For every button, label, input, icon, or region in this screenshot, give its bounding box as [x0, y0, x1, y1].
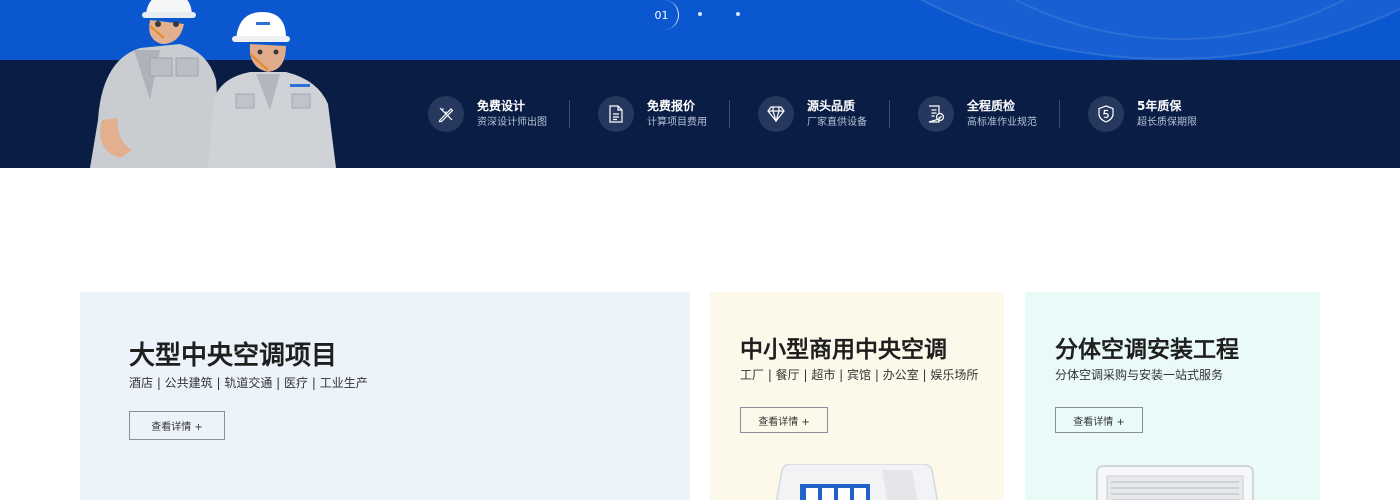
- split-ac-image: [1096, 465, 1254, 500]
- diamond-icon: [758, 96, 794, 132]
- view-details-button[interactable]: 查看详情 +: [740, 407, 828, 433]
- feature-divider: [1059, 100, 1060, 128]
- feature-subtitle: 高标准作业规范: [967, 117, 1037, 128]
- view-details-button[interactable]: 查看详情 +: [1055, 407, 1143, 433]
- worker-left-figure: [90, 0, 222, 168]
- feature-divider: [889, 100, 890, 128]
- feature-free-quote: 免费报价 计算项目费用: [598, 96, 707, 132]
- feature-text: 免费设计 资深设计师出图: [477, 98, 547, 130]
- card-title: 中小型商用中央空调: [740, 337, 947, 363]
- feature-title: 免费报价: [647, 99, 696, 113]
- feature-title: 免费设计: [477, 99, 526, 113]
- view-details-button[interactable]: 查看详情 +: [129, 411, 225, 440]
- slide-indicator[interactable]: 01: [645, 0, 679, 30]
- card-subtitle: 酒店 | 公共建筑 | 轨道交通 | 医疗 | 工业生产: [129, 376, 368, 390]
- slide-dot[interactable]: [736, 12, 740, 16]
- card-subtitle: 工厂 | 餐厅 | 超市 | 宾馆 | 办公室 | 娱乐场所: [740, 368, 979, 382]
- feature-divider: [569, 100, 570, 128]
- feature-subtitle: 厂家直供设备: [807, 117, 867, 128]
- pen-ruler-icon: [428, 96, 464, 132]
- slide-dot[interactable]: [698, 12, 702, 16]
- card-large-central-ac[interactable]: 大型中央空调项目 酒店 | 公共建筑 | 轨道交通 | 医疗 | 工业生产 查看…: [80, 292, 690, 500]
- feature-subtitle: 计算项目费用: [647, 117, 707, 128]
- feature-subtitle: 超长质保期限: [1137, 117, 1197, 128]
- feature-title: 5年质保: [1137, 99, 1182, 113]
- worker-right-figure: [208, 12, 336, 168]
- feature-text: 全程质检 高标准作业规范: [967, 98, 1037, 130]
- card-subtitle: 分体空调采购与安装一站式服务: [1055, 368, 1224, 382]
- feature-text: 免费报价 计算项目费用: [647, 98, 707, 130]
- feature-title: 源头品质: [807, 99, 856, 113]
- card-small-commercial-ac[interactable]: 中小型商用中央空调 工厂 | 餐厅 | 超市 | 宾馆 | 办公室 | 娱乐场所…: [710, 292, 1004, 500]
- card-title: 大型中央空调项目: [129, 341, 338, 371]
- shield-5-icon: [1088, 96, 1124, 132]
- feature-text: 源头品质 厂家直供设备: [807, 98, 867, 130]
- slide-current-number[interactable]: 01: [645, 0, 679, 30]
- feature-text: 5年质保 超长质保期限: [1137, 98, 1197, 130]
- feature-list: 免费设计 资深设计师出图 免费报价 计算项目费用 源头品质 厂家直供设备 全程质…: [428, 96, 1197, 132]
- workers-illustration: [90, 0, 336, 168]
- feature-source-quality: 源头品质 厂家直供设备: [758, 96, 867, 132]
- feature-5-year-warranty: 5年质保 超长质保期限: [1088, 96, 1197, 132]
- feature-free-design: 免费设计 资深设计师出图: [428, 96, 547, 132]
- document-icon: [598, 96, 634, 132]
- card-title: 分体空调安装工程: [1055, 337, 1239, 363]
- feature-divider: [729, 100, 730, 128]
- ac-unit-image: [775, 464, 939, 500]
- feature-title: 全程质检: [967, 99, 1016, 113]
- checklist-icon: [918, 96, 954, 132]
- feature-full-inspection: 全程质检 高标准作业规范: [918, 96, 1037, 132]
- card-split-ac-install[interactable]: 分体空调安装工程 分体空调采购与安装一站式服务 查看详情 +: [1025, 292, 1320, 500]
- feature-subtitle: 资深设计师出图: [477, 117, 547, 128]
